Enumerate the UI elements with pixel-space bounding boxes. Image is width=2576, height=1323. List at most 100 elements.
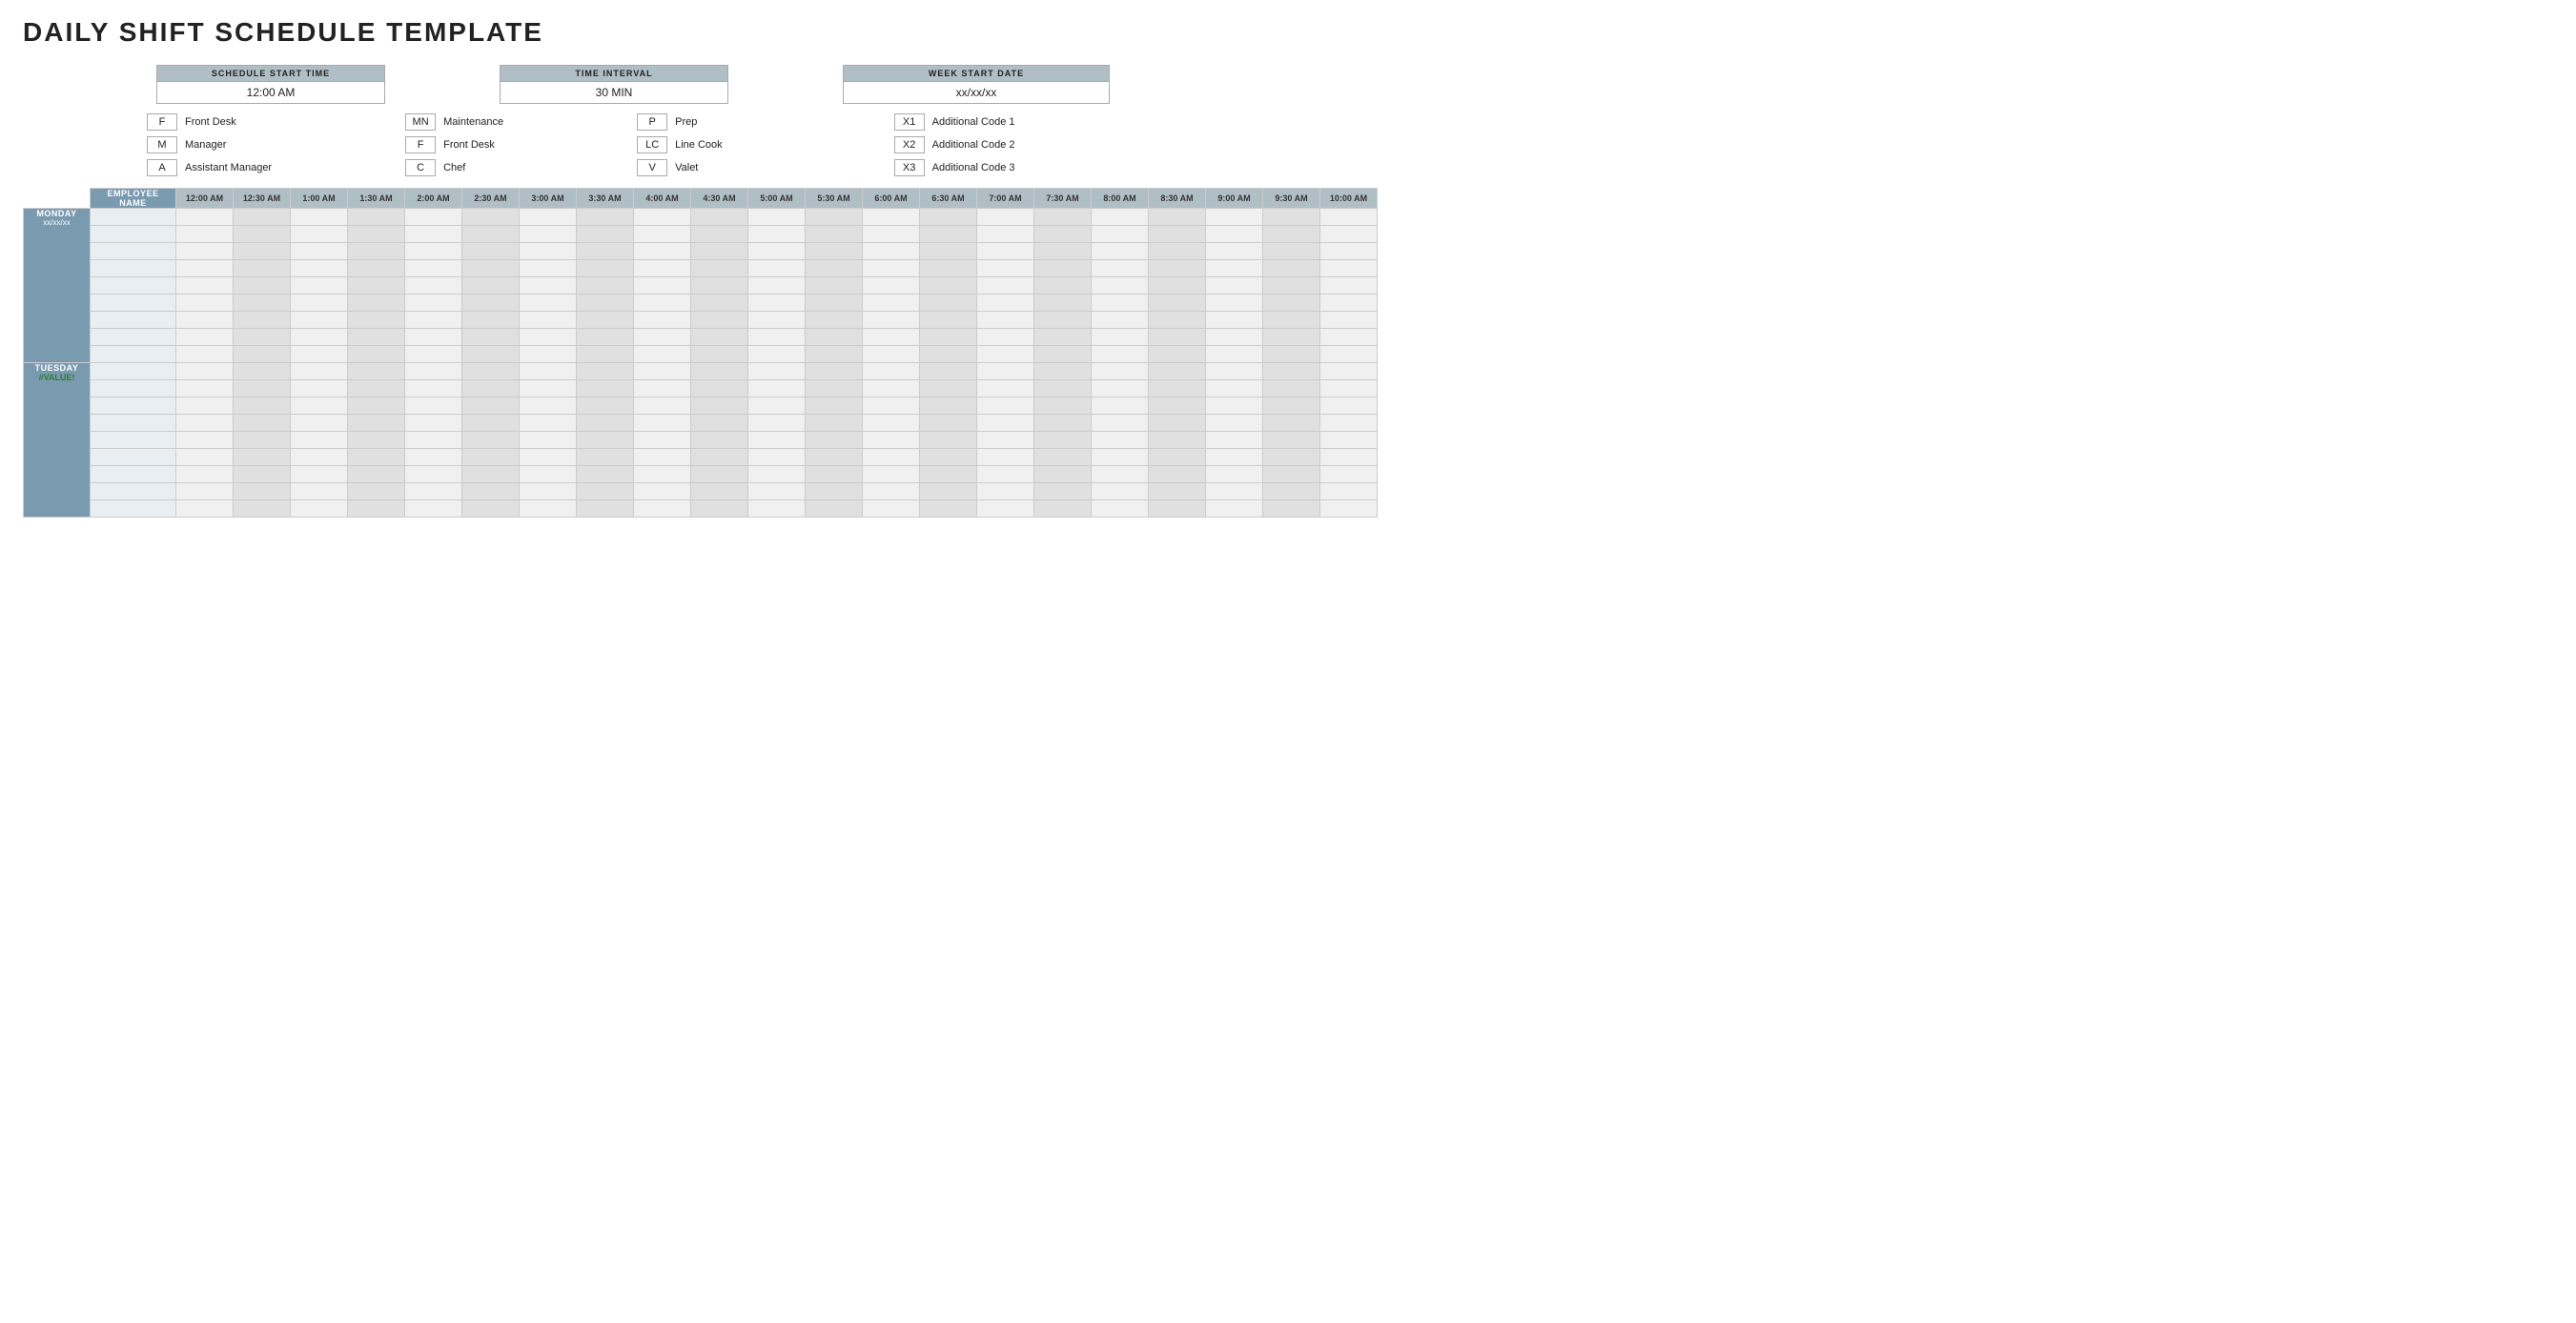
cell[interactable] [1206, 449, 1263, 466]
cell[interactable] [1034, 466, 1092, 483]
cell[interactable] [462, 260, 520, 277]
cell[interactable] [1206, 295, 1263, 312]
cell[interactable] [462, 397, 520, 415]
cell[interactable] [863, 500, 920, 518]
cell[interactable] [577, 483, 634, 500]
cell[interactable] [863, 449, 920, 466]
cell[interactable] [1320, 277, 1378, 295]
cell[interactable] [348, 500, 405, 518]
cell[interactable] [291, 295, 348, 312]
cell[interactable] [863, 312, 920, 329]
cell[interactable] [405, 380, 462, 397]
cell[interactable] [405, 500, 462, 518]
cell[interactable] [806, 363, 863, 380]
cell[interactable] [977, 363, 1034, 380]
cell[interactable] [405, 363, 462, 380]
cell[interactable] [634, 295, 691, 312]
cell[interactable] [1320, 226, 1378, 243]
cell[interactable] [348, 466, 405, 483]
cell[interactable] [1263, 466, 1320, 483]
cell[interactable] [806, 277, 863, 295]
cell[interactable] [405, 449, 462, 466]
cell[interactable] [1263, 243, 1320, 260]
cell[interactable] [977, 243, 1034, 260]
cell[interactable] [863, 380, 920, 397]
cell[interactable] [520, 260, 577, 277]
cell[interactable] [405, 397, 462, 415]
cell[interactable] [1149, 363, 1206, 380]
cell[interactable] [1263, 226, 1320, 243]
cell[interactable] [405, 243, 462, 260]
cell[interactable] [234, 432, 291, 449]
cell[interactable] [405, 415, 462, 432]
cell[interactable] [348, 432, 405, 449]
cell[interactable] [748, 312, 806, 329]
cell[interactable] [920, 209, 977, 226]
cell[interactable] [1034, 346, 1092, 363]
tuesday-employee-1[interactable] [91, 380, 176, 397]
cell[interactable] [1206, 380, 1263, 397]
cell[interactable] [977, 397, 1034, 415]
cell[interactable] [1206, 415, 1263, 432]
cell[interactable] [1149, 260, 1206, 277]
monday-employee-8[interactable] [91, 346, 176, 363]
cell[interactable] [462, 432, 520, 449]
cell[interactable] [691, 209, 748, 226]
cell[interactable] [1034, 397, 1092, 415]
cell[interactable] [291, 209, 348, 226]
cell[interactable] [748, 380, 806, 397]
cell[interactable] [1092, 500, 1149, 518]
cell[interactable] [634, 432, 691, 449]
cell[interactable] [520, 483, 577, 500]
cell[interactable] [462, 449, 520, 466]
cell[interactable] [462, 415, 520, 432]
cell[interactable] [462, 295, 520, 312]
cell[interactable] [748, 397, 806, 415]
cell[interactable] [1092, 277, 1149, 295]
cell[interactable] [291, 500, 348, 518]
cell[interactable] [748, 500, 806, 518]
tuesday-employee-6[interactable] [91, 466, 176, 483]
cell[interactable] [920, 363, 977, 380]
cell[interactable] [806, 466, 863, 483]
cell[interactable] [863, 363, 920, 380]
cell[interactable] [634, 226, 691, 243]
tuesday-employee-7[interactable] [91, 483, 176, 500]
cell[interactable] [176, 209, 234, 226]
cell[interactable] [634, 209, 691, 226]
cell[interactable] [234, 260, 291, 277]
tuesday-employee-5[interactable] [91, 449, 176, 466]
cell[interactable] [520, 415, 577, 432]
monday-employee-7[interactable] [91, 329, 176, 346]
cell[interactable] [1263, 209, 1320, 226]
cell[interactable] [1034, 277, 1092, 295]
cell[interactable] [1092, 415, 1149, 432]
monday-employee-4[interactable] [91, 277, 176, 295]
cell[interactable] [1263, 500, 1320, 518]
cell[interactable] [291, 380, 348, 397]
cell[interactable] [863, 209, 920, 226]
cell[interactable] [176, 260, 234, 277]
cell[interactable] [1092, 295, 1149, 312]
cell[interactable] [920, 329, 977, 346]
cell[interactable] [806, 209, 863, 226]
cell[interactable] [348, 449, 405, 466]
cell[interactable] [634, 363, 691, 380]
cell[interactable] [1092, 380, 1149, 397]
cell[interactable] [577, 260, 634, 277]
cell[interactable] [634, 380, 691, 397]
cell[interactable] [348, 277, 405, 295]
cell[interactable] [977, 277, 1034, 295]
cell[interactable] [348, 346, 405, 363]
cell[interactable] [920, 295, 977, 312]
cell[interactable] [748, 346, 806, 363]
monday-employee-0[interactable] [91, 209, 176, 226]
cell[interactable] [806, 415, 863, 432]
cell[interactable] [748, 432, 806, 449]
cell[interactable] [348, 312, 405, 329]
tuesday-employee-8[interactable] [91, 500, 176, 518]
cell[interactable] [291, 243, 348, 260]
cell[interactable] [520, 346, 577, 363]
cell[interactable] [577, 380, 634, 397]
cell[interactable] [1263, 363, 1320, 380]
